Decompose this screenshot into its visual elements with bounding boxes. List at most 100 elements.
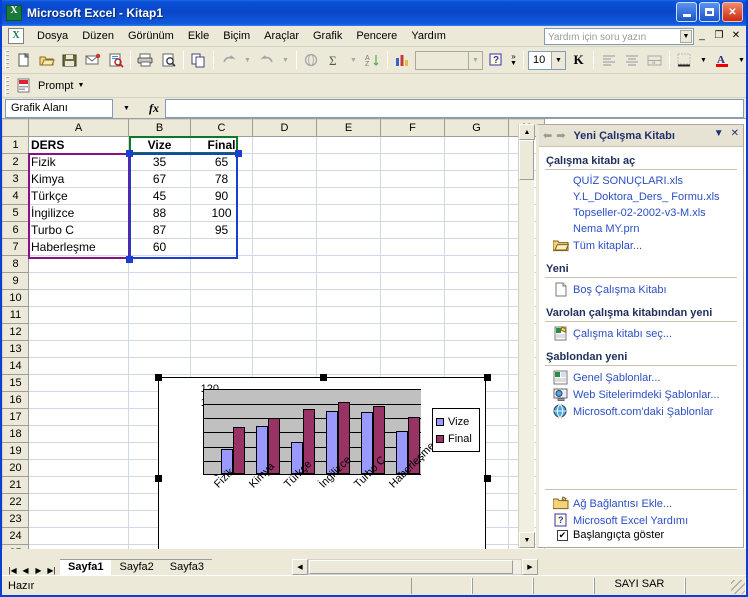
- close-icon[interactable]: ✕: [731, 128, 739, 139]
- cell-e3[interactable]: [316, 170, 381, 188]
- link-tum-kitaplar[interactable]: Tüm kitaplar...: [573, 240, 642, 252]
- cell-a7[interactable]: Haberleşme: [28, 238, 129, 256]
- cell-f10[interactable]: [380, 289, 445, 307]
- column-header-g[interactable]: G: [444, 119, 509, 137]
- back-arrow-icon[interactable]: ⬅: [543, 129, 552, 142]
- startup-checkbox-row[interactable]: ✔ Başlangıçta göster: [545, 529, 737, 541]
- row-header-1[interactable]: 1: [2, 136, 29, 154]
- cell-e9[interactable]: [316, 272, 381, 290]
- cell-f13[interactable]: [380, 340, 445, 358]
- cell-d8[interactable]: [252, 255, 317, 273]
- font-size-input[interactable]: 10 ▼: [528, 50, 566, 70]
- cell-a20[interactable]: [28, 459, 129, 477]
- list-item[interactable]: ? Microsoft Excel Yardımı: [545, 512, 737, 529]
- row-header-23[interactable]: 23: [2, 510, 29, 528]
- cell-a8[interactable]: [28, 255, 129, 273]
- cell-f5[interactable]: [380, 204, 445, 222]
- link-calisma-kitabi-sec[interactable]: Çalışma kitabı seç...: [573, 328, 672, 340]
- open-icon[interactable]: [35, 49, 58, 71]
- cell-f6[interactable]: [380, 221, 445, 239]
- cell-d1[interactable]: [252, 136, 317, 154]
- cell-a10[interactable]: [28, 289, 129, 307]
- cell-d4[interactable]: [252, 187, 317, 205]
- column-header-e[interactable]: E: [316, 119, 381, 137]
- row-header-10[interactable]: 10: [2, 289, 29, 307]
- row-header-22[interactable]: 22: [2, 493, 29, 511]
- vertical-scroll-thumb[interactable]: [519, 140, 534, 180]
- select-all-button[interactable]: [2, 119, 29, 137]
- cell-f1[interactable]: [380, 136, 445, 154]
- cell-d2[interactable]: [252, 153, 317, 171]
- column-header-a[interactable]: A: [28, 119, 129, 137]
- prompt-icon[interactable]: [12, 75, 35, 97]
- cell-c8[interactable]: [190, 255, 253, 273]
- column-header-f[interactable]: F: [380, 119, 445, 137]
- ask-a-question-input[interactable]: Yardım için soru yazın ▼: [544, 28, 694, 45]
- doc-minimize-icon[interactable]: _: [696, 29, 708, 42]
- cell-a22[interactable]: [28, 493, 129, 511]
- startup-checkbox[interactable]: ✔: [557, 529, 568, 541]
- document-icon[interactable]: [8, 28, 24, 44]
- chevron-down-icon[interactable]: ▼: [714, 128, 724, 139]
- borders-icon[interactable]: [673, 49, 696, 71]
- range-handle[interactable]: [126, 256, 133, 263]
- chart-legend[interactable]: Vize Final: [432, 408, 480, 452]
- cell-a2[interactable]: Fizik: [28, 153, 129, 171]
- cell-c3[interactable]: 78: [190, 170, 253, 188]
- cell-a25[interactable]: [28, 544, 129, 549]
- vertical-scrollbar[interactable]: ▲ ▼: [518, 124, 535, 548]
- horizontal-scroll-track[interactable]: [308, 558, 522, 575]
- prompt-toolbar-grip[interactable]: [5, 75, 9, 96]
- cell-g10[interactable]: [444, 289, 509, 307]
- horizontal-scrollbar[interactable]: ◀ ▶: [292, 558, 538, 575]
- list-item[interactable]: Topseller-02-2002-v3-M.xls: [545, 205, 737, 221]
- legend-entry-vize[interactable]: Vize: [436, 413, 476, 430]
- cell-a15[interactable]: [28, 374, 129, 392]
- close-icon[interactable]: ✕: [722, 2, 743, 22]
- cell-f12[interactable]: [380, 323, 445, 341]
- cell-a16[interactable]: [28, 391, 129, 409]
- cell-g9[interactable]: [444, 272, 509, 290]
- prompt-label[interactable]: Prompt: [38, 80, 73, 92]
- menu-dosya[interactable]: Dosya: [30, 28, 75, 44]
- chart-resize-handle-w[interactable]: [155, 475, 162, 482]
- link-yl-doktora-ders-formu[interactable]: Y.L_Doktora_Ders_ Formu.xls: [573, 191, 720, 203]
- sheet-tab-sayfa1[interactable]: Sayfa1: [60, 559, 112, 575]
- window-resize-grip[interactable]: [731, 580, 745, 594]
- cell-e12[interactable]: [316, 323, 381, 341]
- row-header-9[interactable]: 9: [2, 272, 29, 290]
- chevron-down-icon[interactable]: ▼: [680, 30, 692, 43]
- list-item[interactable]: Çalışma kitabı seç...: [545, 325, 737, 342]
- cell-b12[interactable]: [128, 323, 191, 341]
- row-header-12[interactable]: 12: [2, 323, 29, 341]
- cell-c13[interactable]: [190, 340, 253, 358]
- cell-g12[interactable]: [444, 323, 509, 341]
- link-bos-calisma-kitabi[interactable]: Boş Çalışma Kitabı: [573, 284, 667, 296]
- link-ag-baglantisi-ekle[interactable]: Ağ Bağlantısı Ekle...: [573, 498, 672, 510]
- cell-e10[interactable]: [316, 289, 381, 307]
- list-item[interactable]: Genel Şablonlar...: [545, 369, 737, 386]
- cell-c2[interactable]: 65: [190, 153, 253, 171]
- menu-duzen[interactable]: Düzen: [75, 28, 121, 44]
- legend-entry-final[interactable]: Final: [436, 430, 476, 447]
- link-nema-my[interactable]: Nema MY.prn: [573, 223, 639, 235]
- menu-gorunum[interactable]: Görünüm: [121, 28, 181, 44]
- toolbar-options-icon[interactable]: » ▼: [507, 53, 520, 68]
- cell-a11[interactable]: [28, 306, 129, 324]
- cell-f14[interactable]: [380, 357, 445, 375]
- link-web-sitelerimdeki-sablonlar[interactable]: Web Sitelerimdeki Şablonlar...: [573, 389, 720, 401]
- cell-g8[interactable]: [444, 255, 509, 273]
- cell-d13[interactable]: [252, 340, 317, 358]
- name-box[interactable]: Grafik Alanı ▼: [5, 98, 130, 118]
- cell-d12[interactable]: [252, 323, 317, 341]
- cell-d10[interactable]: [252, 289, 317, 307]
- row-header-6[interactable]: 6: [2, 221, 29, 239]
- cell-b1[interactable]: Vize: [128, 136, 191, 154]
- cell-a21[interactable]: [28, 476, 129, 494]
- cell-b10[interactable]: [128, 289, 191, 307]
- row-header-24[interactable]: 24: [2, 527, 29, 545]
- last-tab-icon[interactable]: ▶|: [45, 566, 58, 575]
- cell-f7[interactable]: [380, 238, 445, 256]
- cell-g1[interactable]: [444, 136, 509, 154]
- row-header-7[interactable]: 7: [2, 238, 29, 256]
